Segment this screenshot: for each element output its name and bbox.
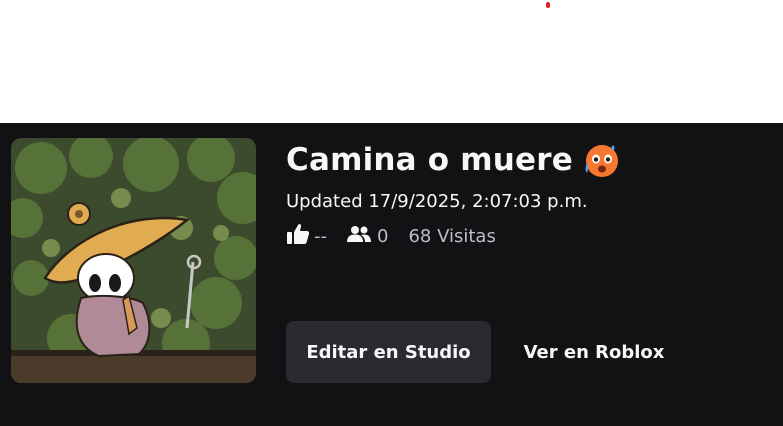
edit-in-studio-button[interactable]: Editar en Studio: [286, 321, 491, 383]
likes-count: --: [314, 225, 327, 247]
hot-face-emoji-icon: [583, 141, 621, 179]
visits-count: 68 Visitas: [408, 225, 496, 247]
thumbs-up-icon: [286, 223, 310, 250]
updated-timestamp: Updated 17/9/2025, 2:07:03 p.m.: [286, 191, 588, 212]
view-on-roblox-button[interactable]: Ver en Roblox: [500, 321, 688, 383]
page-top-blank: [0, 0, 783, 123]
people-icon: [347, 225, 371, 248]
players-count: 0: [377, 225, 389, 247]
thumbnail-art: [11, 138, 256, 383]
red-mark: [546, 2, 550, 8]
title-row: Camina o muere: [286, 138, 621, 182]
thumbnail-image[interactable]: [11, 138, 256, 383]
experience-title: Camina o muere: [286, 142, 573, 178]
players-stat: 0: [347, 225, 388, 248]
experience-stats: -- 0 68 Visitas: [286, 223, 496, 250]
